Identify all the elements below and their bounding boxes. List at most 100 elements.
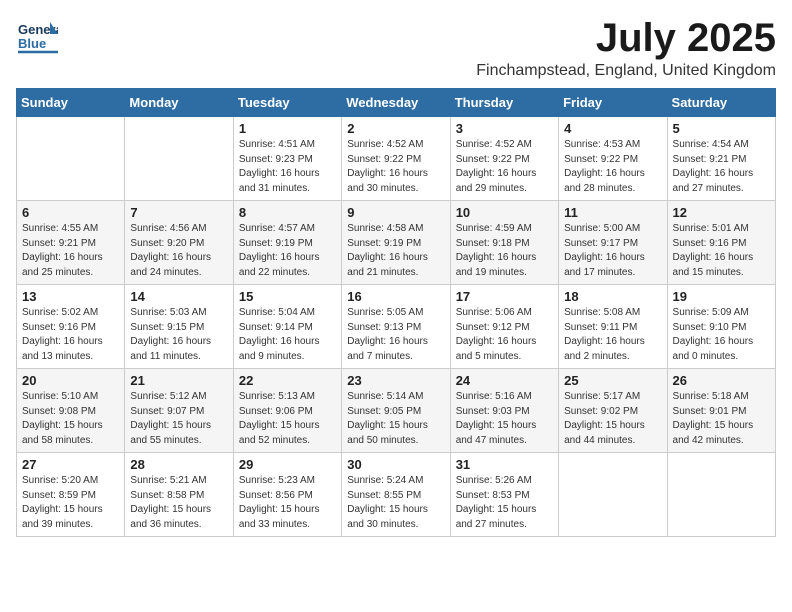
day-info: Sunrise: 5:10 AM Sunset: 9:08 PM Dayligh…: [22, 390, 119, 448]
calendar-cell: 24 Sunrise: 5:16 AM Sunset: 9:03 PM Dayli…: [450, 369, 558, 453]
day-info: Sunrise: 5:23 AM Sunset: 8:56 PM Dayligh…: [239, 474, 336, 532]
calendar-cell: [559, 453, 667, 537]
calendar-cell: 27 Sunrise: 5:20 AM Sunset: 8:59 PM Dayli…: [17, 453, 125, 537]
calendar-cell: 21Sunrise: 5:12 AM Sunset: 9:07 PM Dayli…: [125, 369, 233, 453]
day-info: Sunrise: 5:01 AM Sunset: 9:16 PM Dayligh…: [673, 222, 770, 280]
calendar-cell: 2Sunrise: 4:52 AM Sunset: 9:22 PM Daylig…: [342, 117, 450, 201]
day-info: Sunrise: 4:54 AM Sunset: 9:21 PM Dayligh…: [673, 138, 770, 196]
day-number: 16: [347, 289, 444, 304]
svg-text:Blue: Blue: [18, 36, 46, 51]
day-info: Sunrise: 5:26 AM Sunset: 8:53 PM Dayligh…: [456, 474, 553, 532]
day-info: Sunrise: 5:16 AM Sunset: 9:03 PM Dayligh…: [456, 390, 553, 448]
day-number: 4: [564, 121, 661, 136]
calendar-cell: 16 Sunrise: 5:05 AM Sunset: 9:13 PM Dayli…: [342, 285, 450, 369]
day-number: 5: [673, 121, 770, 136]
calendar-cell: 15 Sunrise: 5:04 AM Sunset: 9:14 PM Dayli…: [233, 285, 341, 369]
calendar-cell: 31 Sunrise: 5:26 AM Sunset: 8:53 PM Dayli…: [450, 453, 558, 537]
calendar-week-row: 20 Sunrise: 5:10 AM Sunset: 9:08 PM Dayli…: [17, 369, 776, 453]
calendar-cell: 22Sunrise: 5:13 AM Sunset: 9:06 PM Dayli…: [233, 369, 341, 453]
calendar-cell: 19 Sunrise: 5:09 AM Sunset: 9:10 PM Dayli…: [667, 285, 775, 369]
calendar-cell: 9 Sunrise: 4:58 AM Sunset: 9:19 PM Daylig…: [342, 201, 450, 285]
weekday-header: Wednesday: [342, 89, 450, 117]
day-info: Sunrise: 5:06 AM Sunset: 9:12 PM Dayligh…: [456, 306, 553, 364]
day-number: 20: [22, 373, 119, 388]
day-number: 24: [456, 373, 553, 388]
calendar-week-row: 13 Sunrise: 5:02 AM Sunset: 9:16 PM Dayli…: [17, 285, 776, 369]
calendar-cell: 11Sunrise: 5:00 AM Sunset: 9:17 PM Dayli…: [559, 201, 667, 285]
day-number: 10: [456, 205, 553, 220]
day-info: Sunrise: 4:58 AM Sunset: 9:19 PM Dayligh…: [347, 222, 444, 280]
calendar-cell: [17, 117, 125, 201]
day-number: 29: [239, 457, 336, 472]
calendar-cell: 5 Sunrise: 4:54 AM Sunset: 9:21 PM Daylig…: [667, 117, 775, 201]
calendar-cell: 4 Sunrise: 4:53 AM Sunset: 9:22 PM Daylig…: [559, 117, 667, 201]
day-number: 9: [347, 205, 444, 220]
calendar-cell: [667, 453, 775, 537]
day-info: Sunrise: 4:57 AM Sunset: 9:19 PM Dayligh…: [239, 222, 336, 280]
weekday-header-row: SundayMondayTuesdayWednesdayThursdayFrid…: [17, 89, 776, 117]
calendar-cell: 25 Sunrise: 5:17 AM Sunset: 9:02 PM Dayli…: [559, 369, 667, 453]
calendar-cell: 13 Sunrise: 5:02 AM Sunset: 9:16 PM Dayli…: [17, 285, 125, 369]
day-info: Sunrise: 4:59 AM Sunset: 9:18 PM Dayligh…: [456, 222, 553, 280]
day-info: Sunrise: 5:18 AM Sunset: 9:01 PM Dayligh…: [673, 390, 770, 448]
calendar-cell: 30Sunrise: 5:24 AM Sunset: 8:55 PM Dayli…: [342, 453, 450, 537]
day-number: 8: [239, 205, 336, 220]
calendar-cell: 3 Sunrise: 4:52 AM Sunset: 9:22 PM Daylig…: [450, 117, 558, 201]
day-info: Sunrise: 5:05 AM Sunset: 9:13 PM Dayligh…: [347, 306, 444, 364]
day-info: Sunrise: 4:53 AM Sunset: 9:22 PM Dayligh…: [564, 138, 661, 196]
calendar-week-row: 27 Sunrise: 5:20 AM Sunset: 8:59 PM Dayli…: [17, 453, 776, 537]
calendar-cell: 26 Sunrise: 5:18 AM Sunset: 9:01 PM Dayli…: [667, 369, 775, 453]
day-number: 27: [22, 457, 119, 472]
day-info: Sunrise: 5:02 AM Sunset: 9:16 PM Dayligh…: [22, 306, 119, 364]
title-area: July 2025 Finchampstead, England, United…: [476, 16, 776, 80]
calendar-week-row: 1 Sunrise: 4:51 AM Sunset: 9:23 PM Daylig…: [17, 117, 776, 201]
day-info: Sunrise: 4:51 AM Sunset: 9:23 PM Dayligh…: [239, 138, 336, 196]
day-number: 19: [673, 289, 770, 304]
day-number: 14: [130, 289, 227, 304]
calendar-table: SundayMondayTuesdayWednesdayThursdayFrid…: [16, 88, 776, 537]
day-number: 22: [239, 373, 336, 388]
day-info: Sunrise: 5:20 AM Sunset: 8:59 PM Dayligh…: [22, 474, 119, 532]
calendar-cell: 18Sunrise: 5:08 AM Sunset: 9:11 PM Dayli…: [559, 285, 667, 369]
calendar-cell: 7 Sunrise: 4:56 AM Sunset: 9:20 PM Daylig…: [125, 201, 233, 285]
calendar-cell: 23Sunrise: 5:14 AM Sunset: 9:05 PM Dayli…: [342, 369, 450, 453]
day-number: 17: [456, 289, 553, 304]
day-number: 26: [673, 373, 770, 388]
day-info: Sunrise: 5:09 AM Sunset: 9:10 PM Dayligh…: [673, 306, 770, 364]
calendar-cell: 20 Sunrise: 5:10 AM Sunset: 9:08 PM Dayli…: [17, 369, 125, 453]
calendar-cell: 1 Sunrise: 4:51 AM Sunset: 9:23 PM Daylig…: [233, 117, 341, 201]
day-number: 15: [239, 289, 336, 304]
weekday-header: Sunday: [17, 89, 125, 117]
day-number: 21: [130, 373, 227, 388]
day-number: 1: [239, 121, 336, 136]
day-number: 18: [564, 289, 661, 304]
day-info: Sunrise: 5:03 AM Sunset: 9:15 PM Dayligh…: [130, 306, 227, 364]
calendar-cell: [125, 117, 233, 201]
calendar-cell: 6 Sunrise: 4:55 AM Sunset: 9:21 PM Daylig…: [17, 201, 125, 285]
day-number: 13: [22, 289, 119, 304]
day-number: 25: [564, 373, 661, 388]
day-number: 11: [564, 205, 661, 220]
calendar-cell: 28 Sunrise: 5:21 AM Sunset: 8:58 PM Dayli…: [125, 453, 233, 537]
day-info: Sunrise: 4:52 AM Sunset: 9:22 PM Dayligh…: [456, 138, 553, 196]
day-number: 31: [456, 457, 553, 472]
day-number: 30: [347, 457, 444, 472]
day-info: Sunrise: 5:04 AM Sunset: 9:14 PM Dayligh…: [239, 306, 336, 364]
day-info: Sunrise: 5:17 AM Sunset: 9:02 PM Dayligh…: [564, 390, 661, 448]
day-number: 7: [130, 205, 227, 220]
calendar-cell: 14 Sunrise: 5:03 AM Sunset: 9:15 PM Dayli…: [125, 285, 233, 369]
day-info: Sunrise: 4:52 AM Sunset: 9:22 PM Dayligh…: [347, 138, 444, 196]
calendar-week-row: 6 Sunrise: 4:55 AM Sunset: 9:21 PM Daylig…: [17, 201, 776, 285]
day-number: 6: [22, 205, 119, 220]
logo: General Blue: [16, 16, 58, 58]
day-number: 3: [456, 121, 553, 136]
day-info: Sunrise: 4:56 AM Sunset: 9:20 PM Dayligh…: [130, 222, 227, 280]
day-info: Sunrise: 4:55 AM Sunset: 9:21 PM Dayligh…: [22, 222, 119, 280]
weekday-header: Friday: [559, 89, 667, 117]
day-info: Sunrise: 5:21 AM Sunset: 8:58 PM Dayligh…: [130, 474, 227, 532]
day-number: 28: [130, 457, 227, 472]
day-number: 23: [347, 373, 444, 388]
calendar-cell: 8 Sunrise: 4:57 AM Sunset: 9:19 PM Daylig…: [233, 201, 341, 285]
weekday-header: Monday: [125, 89, 233, 117]
calendar-cell: 29 Sunrise: 5:23 AM Sunset: 8:56 PM Dayli…: [233, 453, 341, 537]
